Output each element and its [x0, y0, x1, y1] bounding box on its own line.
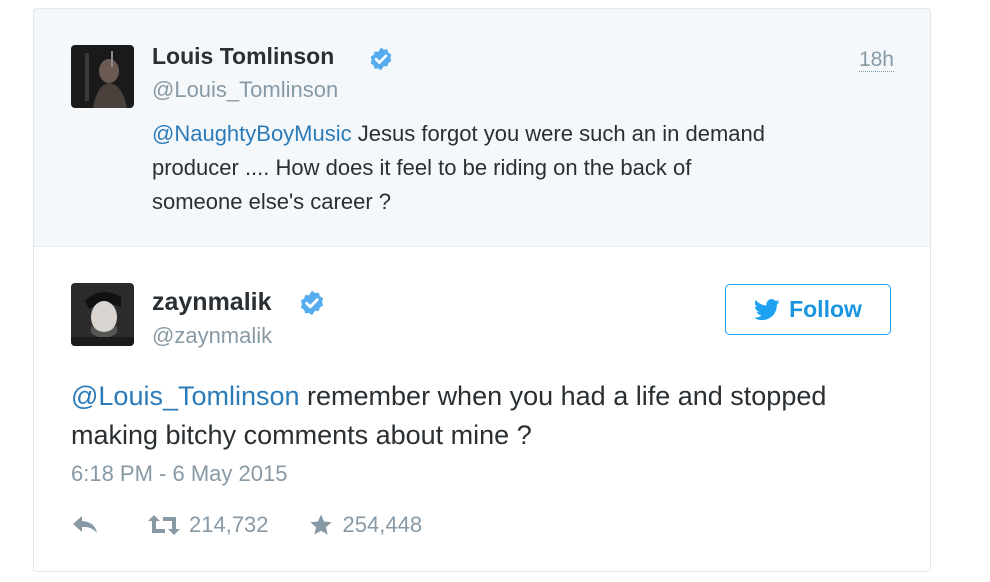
replied-tweet: Louis Tomlinson @Louis_Tomlinson 18h @Na…: [34, 9, 930, 247]
favorite-button[interactable]: 254,448: [309, 512, 423, 538]
follow-label: Follow: [789, 296, 862, 322]
star-icon: [309, 514, 332, 535]
tweet-card: Louis Tomlinson @Louis_Tomlinson 18h @Na…: [33, 8, 931, 572]
tweet-actions: 214,732 254,448: [71, 509, 422, 541]
favorite-count: 254,448: [342, 512, 423, 537]
retweet-count: 214,732: [189, 512, 269, 537]
tweet-text-segment: remember when you had a life and stopped: [299, 381, 827, 411]
tweet-line-1: @Louis_Tomlinson remember when you had a…: [71, 377, 826, 416]
author-name[interactable]: zaynmalik: [152, 288, 272, 317]
reply-button[interactable]: [71, 514, 99, 536]
avatar-louis[interactable]: [71, 45, 134, 108]
tweet-timestamp[interactable]: 6:18 PM - 6 May 2015: [71, 461, 287, 487]
retweet-icon: [148, 515, 180, 535]
verified-badge-icon: [368, 46, 394, 77]
author-handle[interactable]: @Louis_Tomlinson: [152, 77, 338, 103]
tweet-line-2: producer .... How does it feel to be rid…: [152, 155, 692, 180]
tweet-time[interactable]: 18h: [858, 49, 894, 72]
twitter-bird-icon: [754, 298, 780, 320]
mention-link[interactable]: @NaughtyBoyMusic: [152, 121, 352, 146]
verified-badge-icon: [298, 289, 326, 322]
reply-arrow-icon: [73, 516, 97, 533]
tweet-line-3: someone else's career ?: [152, 189, 391, 214]
tweet-text: @NaughtyBoyMusic Jesus forgot you were s…: [152, 117, 765, 219]
author-name[interactable]: Louis Tomlinson: [152, 43, 334, 70]
tweet-text: @Louis_Tomlinson remember when you had a…: [71, 377, 826, 455]
mention-link[interactable]: @Louis_Tomlinson: [71, 381, 300, 411]
tweet-line-1: @NaughtyBoyMusic Jesus forgot you were s…: [152, 117, 765, 151]
retweet-button[interactable]: 214,732: [147, 512, 269, 538]
tweet-line-2: making bitchy comments about mine ?: [71, 420, 532, 450]
tweet-text-segment: Jesus forgot you were such an in demand: [351, 121, 765, 146]
follow-button[interactable]: Follow: [725, 284, 891, 335]
author-handle[interactable]: @zaynmalik: [152, 323, 272, 349]
avatar-zayn[interactable]: [71, 283, 134, 346]
